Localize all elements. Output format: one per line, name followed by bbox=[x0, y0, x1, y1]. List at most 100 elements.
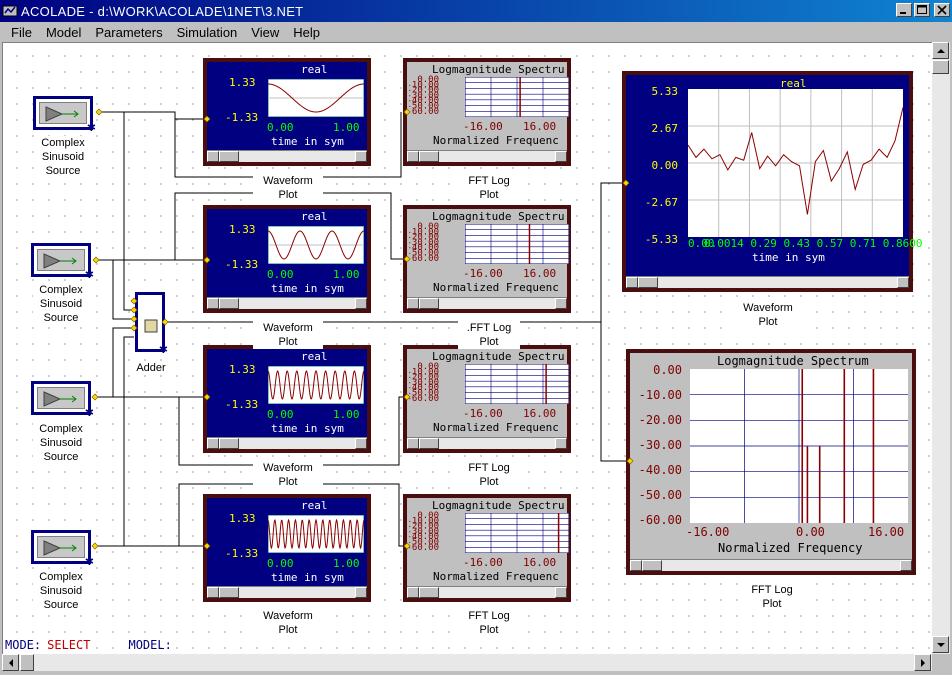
scroll-right-button[interactable] bbox=[914, 654, 931, 671]
waveform-plot-1[interactable]: real 1.33 -1.33 0.00 1.00 time in sym bbox=[203, 58, 371, 166]
amplifier-icon bbox=[43, 540, 77, 556]
menu-view[interactable]: View bbox=[251, 25, 279, 40]
plot-scroll-right[interactable] bbox=[555, 298, 567, 309]
plot-scrollbar[interactable] bbox=[207, 297, 367, 309]
scroll-thumb-vertical[interactable] bbox=[932, 60, 949, 74]
size-grip[interactable] bbox=[932, 654, 950, 671]
source-block-1[interactable]: ✱ bbox=[33, 96, 96, 134]
y-axis-labels: 0.00-10.00-20.00-30.00-40.00-50.00-60.00 bbox=[409, 511, 439, 551]
plot-scroll-left[interactable] bbox=[630, 560, 642, 571]
fft-plot-sum[interactable]: Logmagnitude Spectrum 0.00 -10.00 -20.00 -30… bbox=[626, 349, 916, 575]
plot-scrollbar[interactable] bbox=[207, 586, 367, 598]
source-block-2[interactable]: ✱ bbox=[31, 243, 94, 281]
y-axis-labels: 0.00-10.00-20.00-30.00-40.00-50.00-60.00 bbox=[409, 362, 439, 402]
close-button[interactable] bbox=[934, 3, 950, 17]
plot-scroll-left[interactable] bbox=[407, 298, 419, 309]
model-key: MODEL: bbox=[128, 637, 172, 652]
plot-scrollbar[interactable] bbox=[407, 297, 567, 309]
plot-scroll-left[interactable] bbox=[407, 587, 419, 598]
y-max-label: 1.33 bbox=[229, 512, 256, 525]
plot-scroll-right[interactable] bbox=[555, 151, 567, 162]
source-block-3[interactable]: ✱ bbox=[31, 381, 94, 419]
plot-scroll-thumb[interactable] bbox=[419, 298, 439, 309]
caption-fft-1: FFT Log Plot bbox=[458, 174, 520, 202]
x-axis-label: Normalized Frequenc bbox=[433, 421, 559, 434]
plot-scroll-thumb[interactable] bbox=[419, 587, 439, 598]
caption-big-wave: Waveform Plot bbox=[733, 301, 803, 329]
fft-plot-2[interactable]: Logmagnitude Spectru 0.00 -10.00 -20.00 -30.… bbox=[403, 205, 571, 313]
output-port-asterisk: ✱ bbox=[86, 122, 96, 134]
scroll-down-button[interactable] bbox=[932, 636, 949, 653]
amplifier-icon bbox=[43, 253, 77, 269]
plot-scroll-left[interactable] bbox=[207, 587, 219, 598]
x-min-label: 0.00 bbox=[267, 268, 294, 281]
plot-scroll-thumb[interactable] bbox=[642, 560, 662, 571]
plot-scrollbar[interactable] bbox=[207, 437, 367, 449]
scroll-left-button[interactable] bbox=[2, 654, 19, 671]
y-min-label: -1.33 bbox=[225, 258, 259, 271]
menu-model[interactable]: Model bbox=[46, 25, 81, 40]
menu-file[interactable]: File bbox=[11, 25, 32, 40]
plot-scroll-right[interactable] bbox=[355, 438, 367, 449]
plot-scroll-left[interactable] bbox=[407, 151, 419, 162]
waveform-plot-3[interactable]: real 1.33 -1.33 0.00 1.00 time in sym bbox=[203, 345, 371, 453]
waveform-plot-4[interactable]: real 1.33 -1.33 0.00 1.00 time in sym bbox=[203, 494, 371, 602]
plot-scroll-right[interactable] bbox=[355, 587, 367, 598]
app-icon[interactable] bbox=[2, 3, 18, 19]
adder-block[interactable]: ✱ bbox=[135, 292, 168, 356]
plot-scrollbar[interactable] bbox=[407, 586, 567, 598]
plot-scroll-thumb[interactable] bbox=[419, 438, 439, 449]
plot-scroll-thumb[interactable] bbox=[219, 438, 239, 449]
spectrum-area bbox=[465, 364, 569, 404]
plot-scroll-thumb[interactable] bbox=[219, 587, 239, 598]
plot-scroll-left[interactable] bbox=[207, 151, 219, 162]
plot-scroll-right[interactable] bbox=[355, 151, 367, 162]
output-port-asterisk: ✱ bbox=[158, 344, 168, 356]
waveform-plot-sum[interactable]: real 5.33 2.67 0.00 -2.67 -5.33 0.00 0.0014 0.2… bbox=[622, 71, 923, 292]
adder-label: Adder bbox=[131, 361, 171, 375]
plot-scroll-left[interactable] bbox=[207, 438, 219, 449]
menu-parameters[interactable]: Parameters bbox=[95, 25, 162, 40]
output-port-asterisk: ✱ bbox=[84, 269, 94, 281]
plot-scrollbar[interactable] bbox=[407, 437, 567, 449]
plot-scroll-right[interactable] bbox=[900, 560, 912, 571]
scroll-thumb-horizontal[interactable] bbox=[20, 654, 34, 671]
output-port-asterisk: ✱ bbox=[84, 556, 94, 568]
fft-plot-3[interactable]: Logmagnitude Spectru 0.00 -10.00 -20.00 -30.… bbox=[403, 345, 571, 453]
plot-scrollbar[interactable] bbox=[407, 150, 567, 162]
plot-scroll-right[interactable] bbox=[897, 277, 909, 288]
plot-scroll-thumb[interactable] bbox=[219, 298, 239, 309]
plot-scroll-left[interactable] bbox=[626, 277, 638, 288]
caption-big-fft: FFT Log Plot bbox=[741, 583, 803, 611]
scroll-up-button[interactable] bbox=[932, 42, 949, 59]
waveform-area bbox=[268, 366, 364, 404]
horizontal-scrollbar[interactable] bbox=[2, 654, 932, 671]
caption-fft-3: FFT Log Plot bbox=[458, 461, 520, 489]
minimize-button[interactable] bbox=[896, 3, 912, 17]
y-min-label: -1.33 bbox=[225, 111, 259, 124]
y-tick-label: -60.00 bbox=[409, 254, 439, 262]
plot-scrollbar[interactable] bbox=[626, 276, 909, 288]
waveform-plot-2[interactable]: real 1.33 -1.33 0.00 1.00 time in sym bbox=[203, 205, 371, 313]
plot-scrollbar[interactable] bbox=[207, 150, 367, 162]
maximize-button[interactable] bbox=[914, 3, 930, 17]
plot-scroll-thumb[interactable] bbox=[638, 277, 658, 288]
model-canvas[interactable]: ✱ ✱ ✱ ✱ Complex Sinusoid Source Complex Sin… bbox=[2, 42, 932, 654]
plot-scroll-right[interactable] bbox=[555, 587, 567, 598]
vertical-scrollbar[interactable] bbox=[932, 42, 950, 654]
plot-scrollbar[interactable] bbox=[630, 559, 912, 571]
source-block-4[interactable]: ✱ bbox=[31, 530, 94, 568]
x-axis-label: Normalized Frequenc bbox=[433, 281, 559, 294]
caption-wave-2: Waveform Plot bbox=[253, 321, 323, 349]
plot-scroll-right[interactable] bbox=[355, 298, 367, 309]
plot-scroll-right[interactable] bbox=[555, 438, 567, 449]
menu-help[interactable]: Help bbox=[293, 25, 320, 40]
plot-scroll-left[interactable] bbox=[407, 438, 419, 449]
mode-key: MODE: bbox=[5, 637, 42, 652]
plot-scroll-left[interactable] bbox=[207, 298, 219, 309]
fft-plot-4[interactable]: Logmagnitude Spectru 0.00 -10.00 -20.00 -30.… bbox=[403, 494, 571, 602]
plot-scroll-thumb[interactable] bbox=[219, 151, 239, 162]
fft-plot-1[interactable]: Logmagnitude Spectru 0.00 -10.00 -20.00 -30.… bbox=[403, 58, 571, 166]
plot-scroll-thumb[interactable] bbox=[419, 151, 439, 162]
menu-simulation[interactable]: Simulation bbox=[177, 25, 238, 40]
